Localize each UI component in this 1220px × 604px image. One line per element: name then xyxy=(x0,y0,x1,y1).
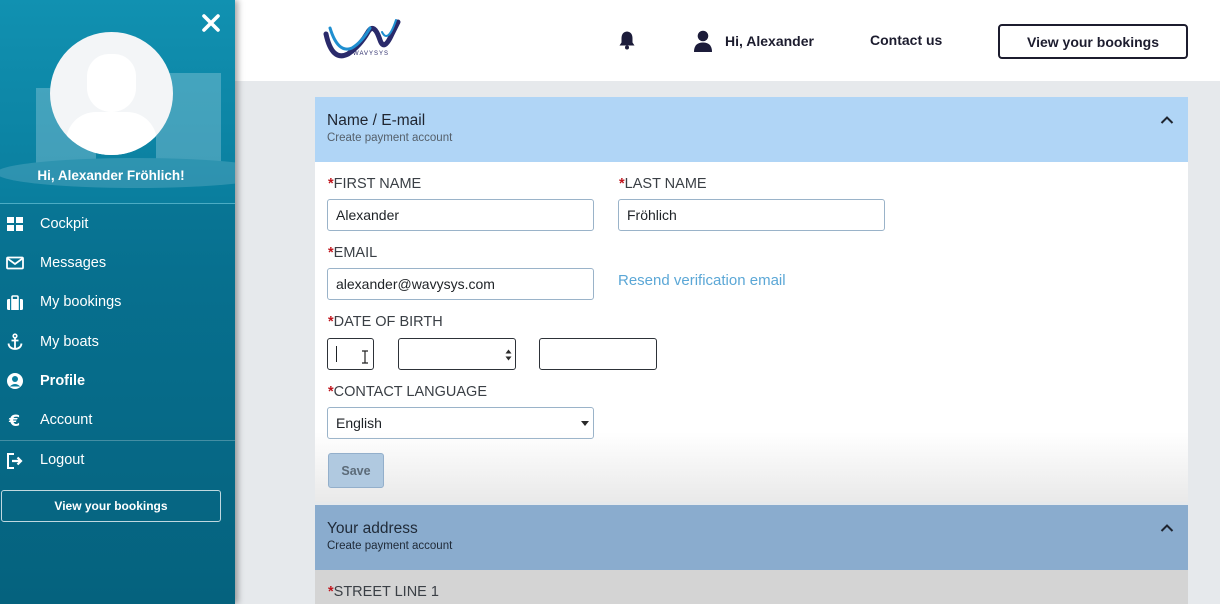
sidebar-item-label: My bookings xyxy=(40,294,122,311)
chevron-up-icon[interactable] xyxy=(1160,115,1174,125)
dob-day-input[interactable] xyxy=(327,338,374,370)
sidebar-view-bookings-button[interactable]: View your bookings xyxy=(1,490,221,522)
sidebar-item-label: Account xyxy=(40,412,93,429)
address-section-body: *STREET LINE 1 xyxy=(315,570,1188,604)
sidebar-item-label: My boats xyxy=(40,333,99,350)
contact-language-select[interactable]: English xyxy=(327,407,594,439)
contact-language-label: *CONTACT LANGUAGE xyxy=(328,384,488,400)
svg-text:€: € xyxy=(8,411,20,429)
user-menu[interactable]: Hi, Alexander xyxy=(693,30,814,52)
date-of-birth-label: *DATE OF BIRTH xyxy=(328,314,443,330)
dob-year-input[interactable] xyxy=(539,338,657,370)
section-title: Your address xyxy=(327,520,418,537)
section-subtitle: Create payment account xyxy=(327,132,453,144)
sidebar-item-label: Cockpit xyxy=(40,215,89,232)
sidebar-item-label: Messages xyxy=(40,254,107,271)
grid-icon xyxy=(7,217,23,231)
text-cursor xyxy=(336,346,337,362)
section-subtitle: Create payment account xyxy=(327,540,453,552)
sidebar-item-my-bookings[interactable]: My bookings xyxy=(0,283,235,322)
sidebar-item-label: Logout xyxy=(40,451,85,468)
contact-language-value: English xyxy=(336,415,382,431)
name-email-section: Name / E-mail Create payment account *FI… xyxy=(315,97,1188,502)
top-header: WAVYSYS Hi, Alexander Contact us View yo… xyxy=(235,0,1220,81)
sidebar-item-logout[interactable]: Logout xyxy=(0,439,235,479)
email-label: *EMAIL xyxy=(328,245,378,261)
sidebar-nav: Cockpit Messages My bookings My boats Pr… xyxy=(0,204,235,479)
euro-icon: € xyxy=(8,411,20,429)
logout-icon xyxy=(7,452,23,469)
user-circle-icon xyxy=(7,373,23,390)
bell-icon[interactable] xyxy=(618,30,636,50)
street-line-1-label: *STREET LINE 1 xyxy=(328,584,439,600)
avatar[interactable] xyxy=(50,32,173,155)
last-name-input[interactable]: Fröhlich xyxy=(618,199,885,231)
view-bookings-button[interactable]: View your bookings xyxy=(998,24,1188,59)
anchor-icon xyxy=(7,333,23,350)
email-input[interactable]: alexander@wavysys.com xyxy=(327,268,594,300)
sidebar: Hi, Alexander Fröhlich! Cockpit Messages… xyxy=(0,0,235,604)
fade-overlay xyxy=(315,432,1188,502)
ibeam-cursor-icon xyxy=(362,350,368,364)
first-name-label: *FIRST NAME xyxy=(328,176,422,192)
user-icon xyxy=(694,30,712,52)
dob-month-select[interactable] xyxy=(398,338,516,370)
save-button[interactable]: Save xyxy=(328,453,384,488)
contact-us-link[interactable]: Contact us xyxy=(870,32,942,48)
sidebar-item-profile[interactable]: Profile xyxy=(0,361,235,400)
user-greeting: Hi, Alexander xyxy=(725,33,814,49)
chevron-up-icon[interactable] xyxy=(1160,523,1174,533)
sidebar-item-messages[interactable]: Messages xyxy=(0,243,235,282)
sidebar-item-label: Profile xyxy=(40,372,86,389)
name-email-section-header[interactable]: Name / E-mail Create payment account xyxy=(315,97,1188,162)
sidebar-item-cockpit[interactable]: Cockpit xyxy=(0,204,235,243)
envelope-icon xyxy=(6,256,24,270)
sidebar-item-my-boats[interactable]: My boats xyxy=(0,322,235,361)
first-name-input[interactable]: Alexander xyxy=(327,199,594,231)
sidebar-greeting: Hi, Alexander Fröhlich! xyxy=(37,168,185,183)
resend-verification-link[interactable]: Resend verification email xyxy=(618,272,786,289)
chevron-down-icon xyxy=(581,421,589,426)
sidebar-profile-header: Hi, Alexander Fröhlich! xyxy=(0,0,235,204)
last-name-label: *LAST NAME xyxy=(619,176,707,192)
close-icon[interactable] xyxy=(200,12,222,34)
section-title: Name / E-mail xyxy=(327,112,426,129)
select-arrows-icon xyxy=(505,349,512,361)
sidebar-item-account[interactable]: € Account xyxy=(0,400,235,439)
logo-text: WAVYSYS xyxy=(353,51,390,57)
briefcase-icon xyxy=(7,294,23,310)
address-section-header[interactable]: Your address Create payment account xyxy=(315,505,1188,570)
